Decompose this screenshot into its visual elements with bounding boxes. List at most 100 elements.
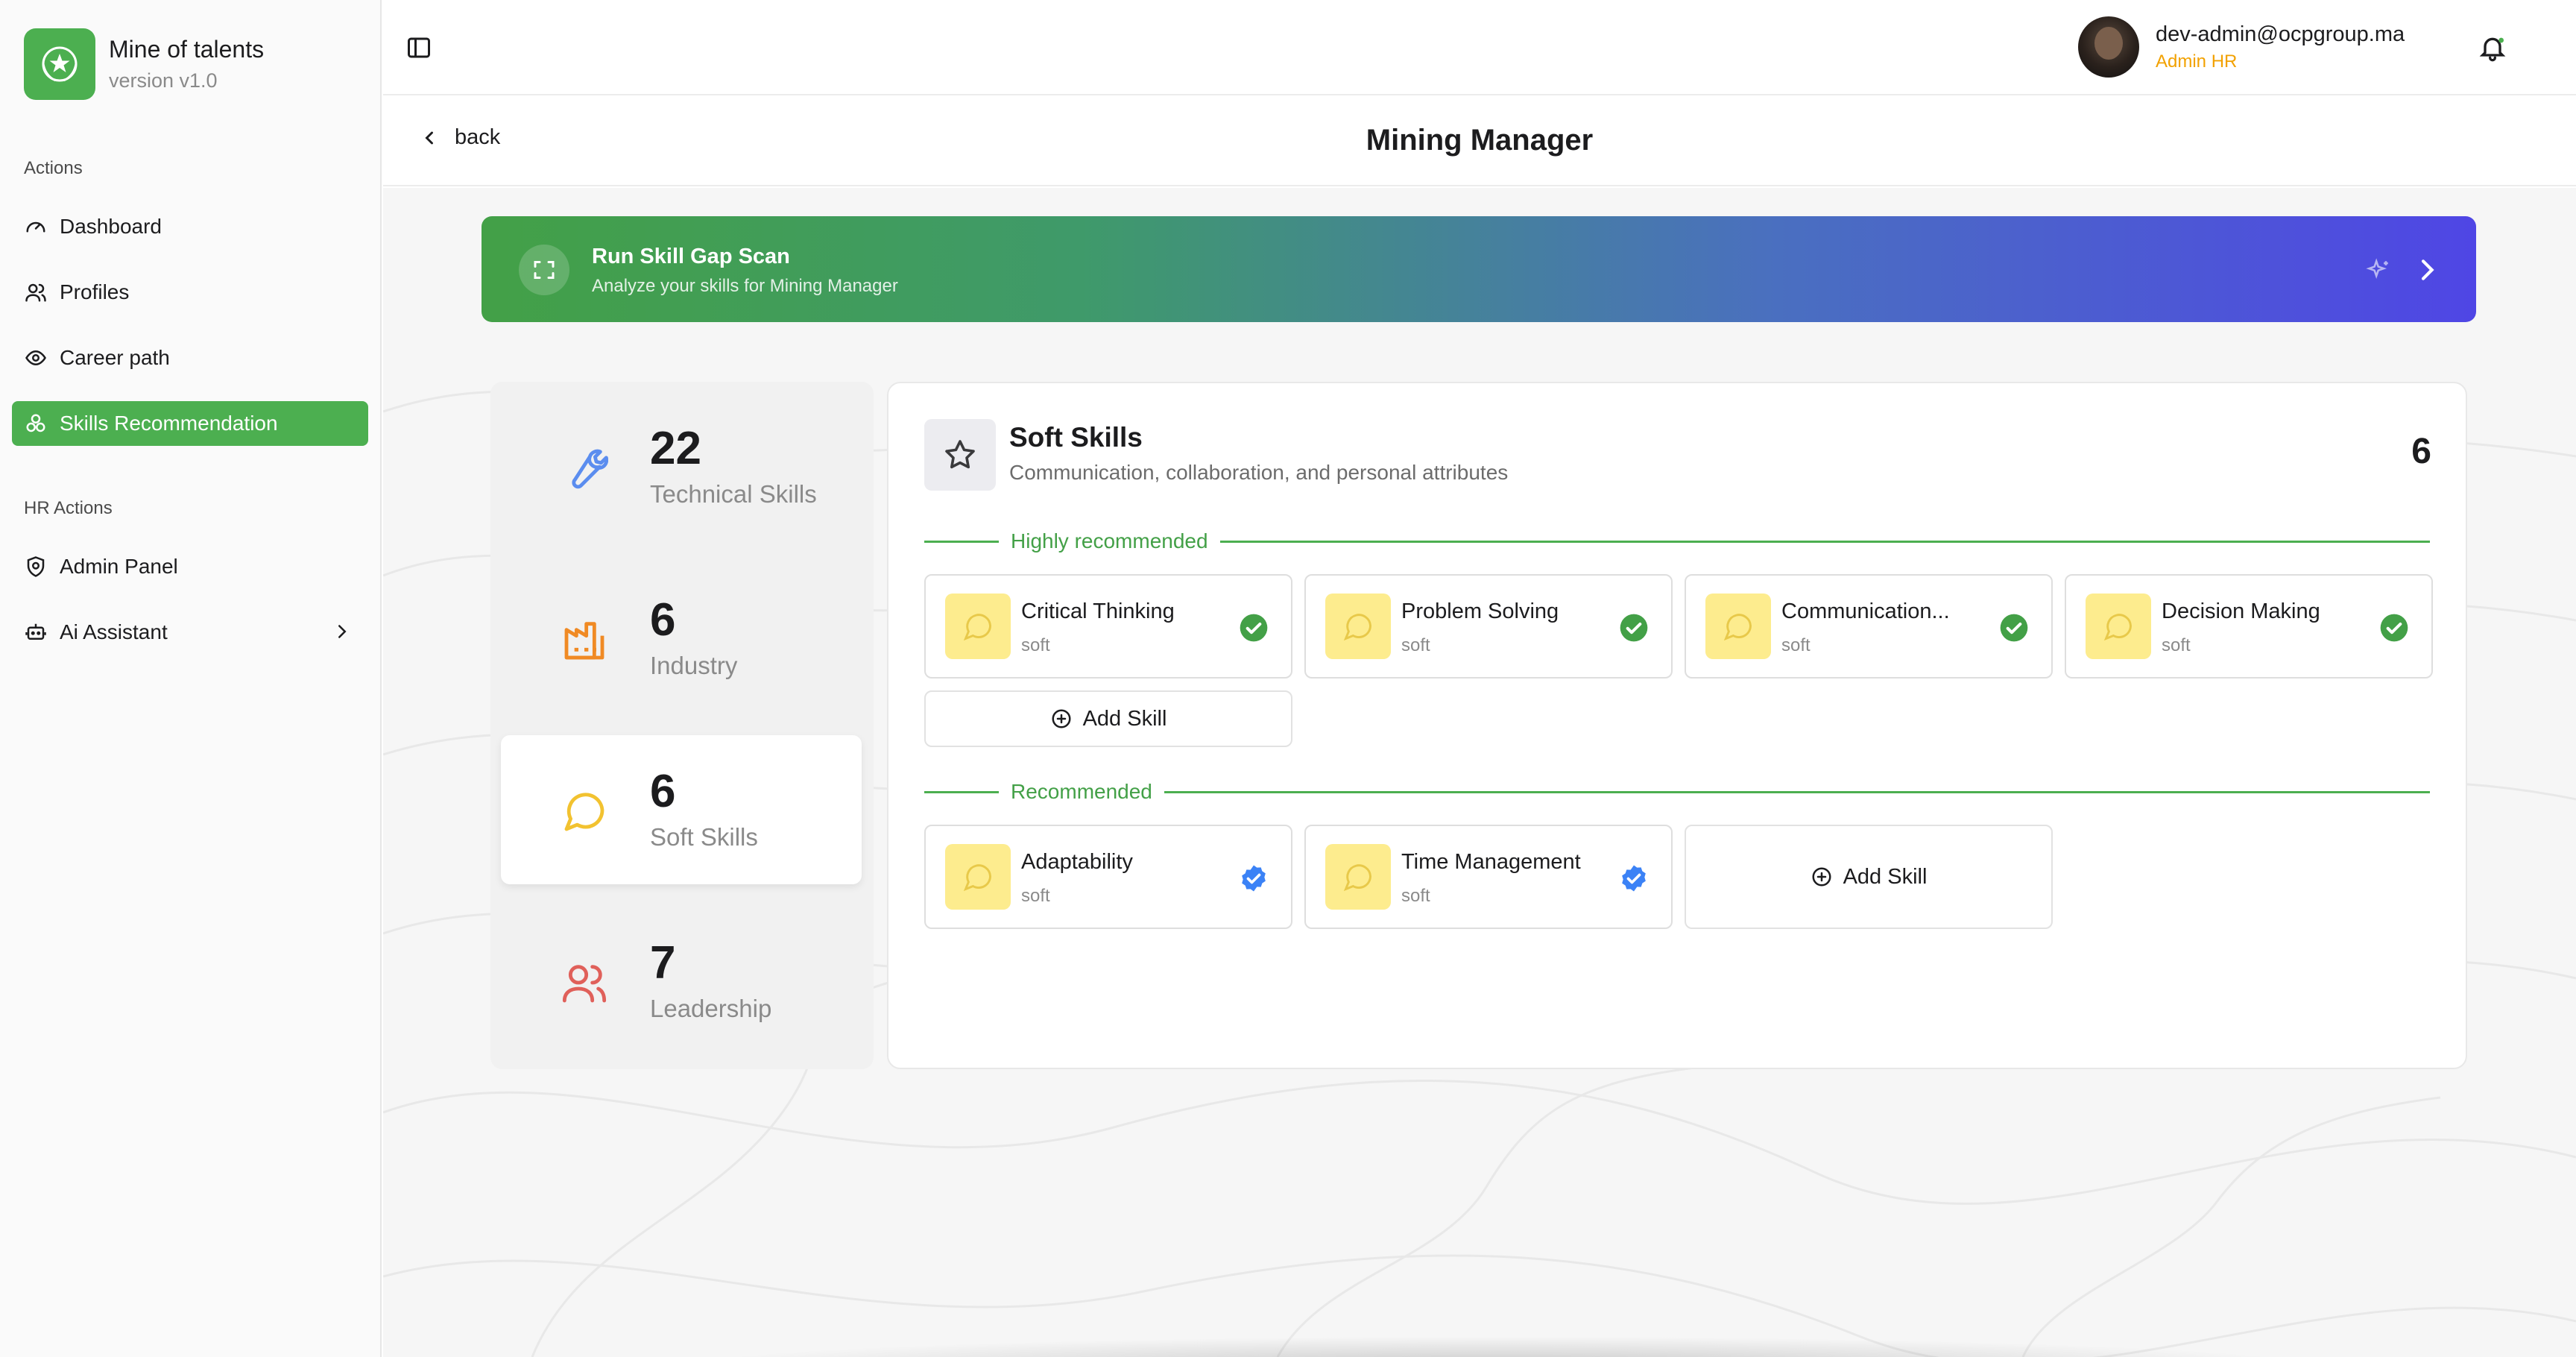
category-label: Industry bbox=[650, 652, 738, 679]
sidebar-item-profiles[interactable]: Profiles bbox=[12, 270, 368, 315]
category-count: 6 bbox=[650, 766, 676, 817]
plus-circle-icon bbox=[1812, 867, 1831, 887]
skill-name: Critical Thinking bbox=[1021, 599, 1175, 623]
sidebar-toggle-icon[interactable] bbox=[405, 34, 432, 61]
skill-card[interactable]: Problem Solving soft bbox=[1304, 574, 1673, 678]
bottom-shadow bbox=[681, 1336, 2321, 1357]
category-count: 6 bbox=[650, 594, 676, 646]
add-skill-label: Add Skill bbox=[1082, 706, 1167, 731]
chevron-right-icon bbox=[331, 620, 353, 643]
message-circle-icon bbox=[561, 787, 608, 835]
message-circle-icon bbox=[2086, 594, 2151, 659]
plus-circle-icon bbox=[1052, 709, 1071, 728]
category-list: 22 Technical Skills 6 Industry 6 Soft Sk… bbox=[490, 382, 874, 1069]
notification-bell-icon[interactable] bbox=[2478, 33, 2507, 63]
topbar: dev-admin@ocpgroup.ma Admin HR bbox=[383, 0, 2576, 95]
eye-icon bbox=[24, 346, 48, 370]
user-email: dev-admin@ocpgroup.ma bbox=[2156, 22, 2405, 46]
scan-subtitle: Analyze your skills for Mining Manager bbox=[592, 276, 898, 296]
scan-icon bbox=[519, 245, 569, 295]
shield-icon bbox=[24, 555, 48, 579]
skill-name: Adaptability bbox=[1021, 850, 1133, 874]
circles-icon bbox=[24, 412, 48, 435]
sidebar-item-dashboard[interactable]: Dashboard bbox=[12, 204, 368, 249]
highly-recommended-header: Highly recommended bbox=[924, 526, 2430, 556]
verified-badge-icon bbox=[1239, 863, 1269, 893]
app-name: Mine of talents bbox=[109, 36, 265, 63]
gauge-icon bbox=[24, 215, 48, 239]
message-circle-icon bbox=[945, 594, 1011, 659]
add-skill-label: Add Skill bbox=[1843, 864, 1928, 889]
check-circle-icon bbox=[1619, 613, 1649, 643]
category-label: Technical Skills bbox=[650, 480, 817, 508]
category-label: Soft Skills bbox=[650, 823, 758, 851]
panel-description: Communication, collaboration, and person… bbox=[1009, 461, 1509, 484]
brand-logo-icon bbox=[24, 28, 95, 100]
skill-card[interactable]: Critical Thinking soft bbox=[924, 574, 1292, 678]
add-skill-button[interactable]: Add Skill bbox=[1685, 825, 2053, 929]
message-circle-icon bbox=[945, 844, 1011, 910]
group-label: Recommended bbox=[1011, 780, 1152, 803]
users-icon bbox=[561, 959, 608, 1007]
skill-type: soft bbox=[1781, 635, 1811, 655]
wrench-icon bbox=[561, 444, 608, 492]
brand[interactable]: Mine of talents version v1.0 bbox=[24, 28, 264, 100]
sidebar-item-skills-recommendation[interactable]: Skills Recommendation bbox=[12, 401, 368, 446]
category-soft-skills[interactable]: 6 Soft Skills bbox=[501, 735, 862, 884]
category-industry[interactable]: 6 Industry bbox=[501, 564, 862, 713]
factory-icon bbox=[561, 616, 608, 664]
app-version: version v1.0 bbox=[109, 69, 218, 92]
skill-card[interactable]: Time Management soft bbox=[1304, 825, 1673, 929]
message-circle-icon bbox=[1325, 594, 1391, 659]
skill-type: soft bbox=[2162, 635, 2191, 655]
sidebar: Mine of talents version v1.0 Actions Das… bbox=[0, 0, 382, 1357]
skill-name: Communication... bbox=[1781, 599, 1950, 623]
main-content: Run Skill Gap Scan Analyze your skills f… bbox=[383, 188, 2576, 1357]
category-leadership[interactable]: 7 Leadership bbox=[501, 907, 862, 1056]
user-menu[interactable]: dev-admin@ocpgroup.ma Admin HR bbox=[2078, 16, 2405, 78]
sidebar-item-label: Career path bbox=[60, 346, 170, 369]
category-count: 22 bbox=[650, 423, 701, 474]
page-header: back Mining Manager bbox=[383, 97, 2576, 186]
skill-type: soft bbox=[1021, 635, 1050, 655]
category-count: 7 bbox=[650, 937, 676, 989]
skill-card[interactable]: Decision Making soft bbox=[2065, 574, 2433, 678]
skill-card[interactable]: Adaptability soft bbox=[924, 825, 1292, 929]
verified-badge-icon bbox=[1619, 863, 1649, 893]
recommended-header: Recommended bbox=[924, 777, 2430, 807]
avatar bbox=[2078, 16, 2139, 78]
sidebar-item-label: Ai Assistant bbox=[60, 620, 168, 643]
bot-icon bbox=[24, 620, 48, 644]
sparkles-icon bbox=[2366, 258, 2391, 283]
users-icon bbox=[24, 280, 48, 304]
scan-title: Run Skill Gap Scan bbox=[592, 245, 790, 268]
skill-name: Problem Solving bbox=[1401, 599, 1559, 623]
message-circle-icon bbox=[1705, 594, 1771, 659]
user-role: Admin HR bbox=[2156, 51, 2238, 72]
skill-type: soft bbox=[1401, 635, 1430, 655]
soft-skills-panel: Soft Skills Communication, collaboration… bbox=[887, 382, 2467, 1069]
sidebar-item-label: Profiles bbox=[60, 280, 130, 303]
category-technical-skills[interactable]: 22 Technical Skills bbox=[501, 392, 862, 541]
sidebar-item-label: Skills Recommendation bbox=[60, 412, 278, 435]
skill-card[interactable]: Communication... soft bbox=[1685, 574, 2053, 678]
skill-type: soft bbox=[1401, 886, 1430, 906]
check-circle-icon bbox=[1239, 613, 1269, 643]
check-circle-icon bbox=[1999, 613, 2029, 643]
skill-name: Time Management bbox=[1401, 850, 1581, 874]
sidebar-item-admin-panel[interactable]: Admin Panel bbox=[12, 544, 368, 589]
skill-type: soft bbox=[1021, 886, 1050, 906]
skill-gap-scan-banner[interactable]: Run Skill Gap Scan Analyze your skills f… bbox=[482, 216, 2476, 322]
chevron-right-icon bbox=[2412, 255, 2442, 285]
message-circle-icon bbox=[1325, 844, 1391, 910]
panel-count: 6 bbox=[2411, 432, 2431, 471]
star-icon bbox=[924, 419, 996, 491]
check-circle-icon bbox=[2379, 613, 2409, 643]
panel-title: Soft Skills bbox=[1009, 422, 1143, 453]
add-skill-button[interactable]: Add Skill bbox=[924, 690, 1292, 747]
sidebar-item-label: Admin Panel bbox=[60, 555, 178, 578]
sidebar-item-career-path[interactable]: Career path bbox=[12, 336, 368, 380]
skill-name: Decision Making bbox=[2162, 599, 2320, 623]
sidebar-item-ai-assistant[interactable]: Ai Assistant bbox=[12, 610, 368, 655]
group-label: Highly recommended bbox=[1011, 529, 1208, 552]
